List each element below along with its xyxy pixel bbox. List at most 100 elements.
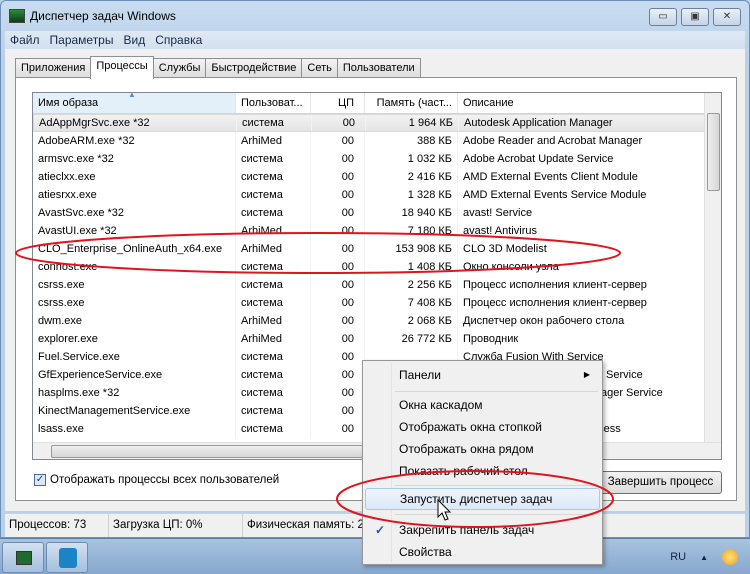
menu-item-stack[interactable]: Отображать окна стопкой bbox=[365, 416, 600, 438]
cpu-cell: 00 bbox=[311, 384, 365, 402]
process-row[interactable]: CLO_Enterprise_OnlineAuth_x64.exe ArhiMed… bbox=[33, 240, 721, 258]
process-row[interactable]: armsvc.exe *32 система 00 1 032 КБ Adobe Acr… bbox=[33, 150, 721, 168]
cpu-cell: 00 bbox=[311, 222, 365, 240]
language-indicator[interactable]: RU bbox=[670, 551, 686, 563]
image-name-cell: KinectManagementService.exe bbox=[33, 402, 236, 420]
minimize-button[interactable]: ▭ bbox=[649, 8, 677, 26]
user-cell: система bbox=[236, 294, 311, 312]
scroll-thumb[interactable] bbox=[707, 113, 720, 191]
process-row[interactable]: AdobeARM.exe *32 ArhiMed 00 388 КБ Adobe Rea… bbox=[33, 132, 721, 150]
scroll-thumb[interactable] bbox=[51, 445, 371, 458]
cpu-cell: 00 bbox=[311, 294, 365, 312]
description-cell: Autodesk Application Manager bbox=[459, 115, 706, 131]
tab-applications[interactable]: Приложения bbox=[15, 58, 92, 78]
description-cell: Adobe Acrobat Update Service bbox=[458, 150, 705, 168]
window-title: Диспетчер задач Windows bbox=[30, 9, 176, 23]
description-cell: CLO 3D Modelist bbox=[458, 240, 705, 258]
show-hidden-icons-button[interactable]: ▲ bbox=[700, 553, 708, 562]
close-button[interactable]: ✕ bbox=[713, 8, 741, 26]
end-process-button[interactable]: Завершить процесс bbox=[599, 471, 722, 494]
menu-item-toolbars[interactable]: Панели ▶ bbox=[365, 364, 600, 386]
image-name-cell: csrss.exe bbox=[33, 276, 236, 294]
submenu-arrow-icon: ▶ bbox=[583, 370, 590, 379]
description-cell: Adobe Reader and Acrobat Manager bbox=[458, 132, 705, 150]
taskbar-context-menu: Панели ▶ Окна каскадом Отображать окна ст… bbox=[362, 360, 603, 565]
description-cell: Проводник bbox=[458, 330, 705, 348]
process-row[interactable]: AdAppMgrSvc.exe *32 система 00 1 964 КБ Auto… bbox=[33, 114, 721, 132]
image-name-cell: AvastSvc.exe *32 bbox=[33, 204, 236, 222]
app-icon bbox=[59, 548, 77, 568]
menu-item-properties[interactable]: Свойства bbox=[365, 541, 600, 563]
cpu-cell: 00 bbox=[311, 312, 365, 330]
menu-item-show-desktop[interactable]: Показать рабочий стол bbox=[365, 460, 600, 482]
cpu-cell: 00 bbox=[311, 366, 365, 384]
image-name-cell: conhost.exe bbox=[33, 258, 236, 276]
tab-processes[interactable]: Процессы bbox=[90, 56, 154, 79]
menu-item-side-by-side[interactable]: Отображать окна рядом bbox=[365, 438, 600, 460]
tab-performance[interactable]: Быстродействие bbox=[205, 58, 303, 78]
vertical-scrollbar[interactable] bbox=[704, 93, 721, 444]
image-name-cell: hasplms.exe *32 bbox=[33, 384, 236, 402]
menu-bar: Файл Параметры Вид Справка bbox=[5, 31, 745, 49]
maximize-button[interactable]: ▣ bbox=[681, 8, 709, 26]
memory-cell: 1 964 КБ bbox=[366, 115, 459, 131]
process-row[interactable]: atieclxx.exe система 00 2 416 КБ AMD Externa… bbox=[33, 168, 721, 186]
menu-file[interactable]: Файл bbox=[5, 31, 45, 49]
image-name-cell: CLO_Enterprise_OnlineAuth_x64.exe bbox=[33, 240, 236, 258]
user-cell: система bbox=[236, 186, 311, 204]
tab-services[interactable]: Службы bbox=[152, 58, 207, 78]
menu-item-lock-taskbar[interactable]: ✓ Закрепить панель задач bbox=[365, 519, 600, 541]
process-row[interactable]: AvastSvc.exe *32 система 00 18 940 КБ avast!… bbox=[33, 204, 721, 222]
process-row[interactable]: explorer.exe ArhiMed 00 26 772 КБ Проводник bbox=[33, 330, 721, 348]
user-cell: система bbox=[236, 384, 311, 402]
taskbar-task-manager-button[interactable] bbox=[2, 542, 44, 573]
column-description[interactable]: Описание bbox=[458, 93, 705, 113]
process-row[interactable]: atiesrxx.exe система 00 1 328 КБ AMD Externa… bbox=[33, 186, 721, 204]
menu-item-label: Закрепить панель задач bbox=[399, 523, 535, 537]
memory-cell: 7 180 КБ bbox=[365, 222, 458, 240]
show-all-users-checkbox[interactable]: ✓ Отображать процессы всех пользователей bbox=[34, 474, 279, 486]
cpu-cell: 00 bbox=[312, 115, 366, 131]
user-cell: система bbox=[236, 204, 311, 222]
column-cpu[interactable]: ЦП bbox=[311, 93, 365, 113]
user-cell: система bbox=[236, 420, 311, 438]
description-cell: AMD External Events Service Module bbox=[458, 186, 705, 204]
process-row[interactable]: conhost.exe система 00 1 408 КБ Окно консоли… bbox=[33, 258, 721, 276]
description-cell: Диспетчер окон рабочего стола bbox=[458, 312, 705, 330]
menu-item-label: Панели bbox=[399, 368, 441, 382]
menu-item-start-task-manager[interactable]: Запустить диспетчер задач bbox=[365, 488, 600, 510]
tab-users[interactable]: Пользователи bbox=[336, 58, 421, 78]
column-memory[interactable]: Память (част... bbox=[365, 93, 458, 113]
image-name-cell: armsvc.exe *32 bbox=[33, 150, 236, 168]
taskbar-app-button[interactable] bbox=[46, 542, 88, 573]
menu-view[interactable]: Вид bbox=[118, 31, 150, 49]
column-image-name[interactable]: ▲ Имя образа bbox=[33, 93, 236, 113]
image-name-cell: explorer.exe bbox=[33, 330, 236, 348]
column-user[interactable]: Пользоват... bbox=[236, 93, 311, 113]
menu-help[interactable]: Справка bbox=[150, 31, 207, 49]
user-cell: ArhiMed bbox=[236, 312, 311, 330]
memory-cell: 2 256 КБ bbox=[365, 276, 458, 294]
memory-cell: 2 068 КБ bbox=[365, 312, 458, 330]
image-name-cell: GfExperienceService.exe bbox=[33, 366, 236, 384]
process-row[interactable]: dwm.exe ArhiMed 00 2 068 КБ Диспетчер окон р… bbox=[33, 312, 721, 330]
process-row[interactable]: csrss.exe система 00 7 408 КБ Процесс исполн… bbox=[33, 294, 721, 312]
user-cell: система bbox=[236, 258, 311, 276]
checkbox-icon[interactable]: ✓ bbox=[34, 474, 46, 486]
user-cell: система bbox=[236, 150, 311, 168]
tab-network[interactable]: Сеть bbox=[301, 58, 338, 78]
description-cell: AMD External Events Client Module bbox=[458, 168, 705, 186]
task-manager-icon bbox=[9, 9, 25, 23]
user-cell: система bbox=[236, 366, 311, 384]
sort-ascending-icon: ▲ bbox=[128, 93, 136, 99]
cpu-cell: 00 bbox=[311, 276, 365, 294]
image-name-cell: Fuel.Service.exe bbox=[33, 348, 236, 366]
process-row[interactable]: AvastUI.exe *32 ArhiMed 00 7 180 КБ avast! A… bbox=[33, 222, 721, 240]
menu-options[interactable]: Параметры bbox=[45, 31, 119, 49]
process-row[interactable]: csrss.exe система 00 2 256 КБ Процесс исполн… bbox=[33, 276, 721, 294]
memory-cell: 26 772 КБ bbox=[365, 330, 458, 348]
menu-item-cascade[interactable]: Окна каскадом bbox=[365, 394, 600, 416]
cpu-cell: 00 bbox=[311, 420, 365, 438]
image-name-cell: AdAppMgrSvc.exe *32 bbox=[34, 115, 237, 131]
tray-app-icon[interactable] bbox=[722, 549, 738, 565]
